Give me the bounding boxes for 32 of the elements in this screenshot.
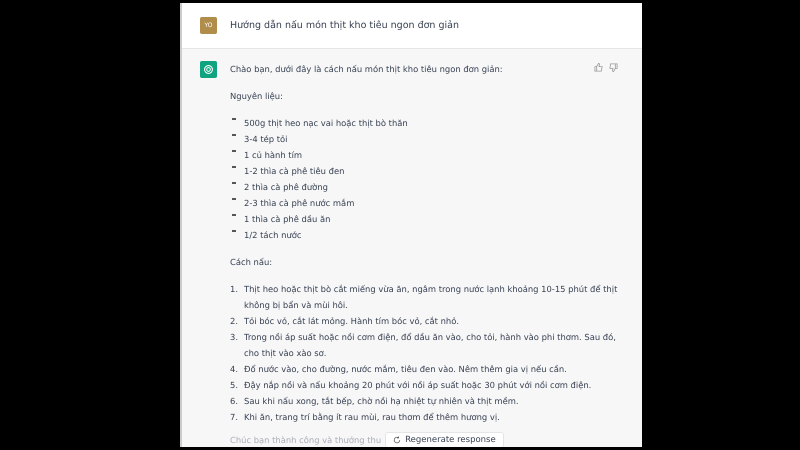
assistant-logo-icon <box>200 61 217 78</box>
intro-text: Chào bạn, dưới đây là cách nấu món thịt kho tiêu ngon đơn giản: <box>230 63 503 76</box>
ingredient-item: 2 thìa cà phê đường <box>244 181 328 194</box>
steps-heading: Cách nấu: <box>230 256 274 269</box>
ingredient-item: 3-4 tép tỏi <box>244 133 288 146</box>
step-number: 4. <box>230 363 239 376</box>
step-text: Trong nồi áp suất hoặc nồi cơm điện, đổ dầu ăn vào, cho tỏi, hành vào phi thơm. Sau đó, cho thịt vào xào sơ. <box>244 331 617 360</box>
step-text: Tỏi bóc vỏ, cắt lát mỏng. Hành tím bóc vỏ, cắt nhỏ. <box>244 315 459 328</box>
step-text: Sau khi nấu xong, tắt bếp, chờ nồi hạ nhiệt tự nhiên và thịt mềm. <box>244 395 519 408</box>
step-text: Thịt heo hoặc thịt bò cắt miếng vừa ăn, ngâm trong nước lạnh khoảng 10-15 phút để thịt không bị bẩn và mùi hôi. <box>244 283 618 312</box>
ingredient-item: 1-2 thìa cà phê tiêu đen <box>244 165 344 178</box>
user-message: Hướng dẫn nấu món thịt kho tiêu ngon đơn giản <box>230 20 459 31</box>
ingredient-item: 1 củ hành tím <box>244 149 302 162</box>
step-number: 3. <box>230 331 239 344</box>
step-number: 5. <box>230 379 239 392</box>
ingredient-item: 1 thìa cà phê dầu ăn <box>244 213 330 226</box>
regenerate-button[interactable]: Regenerate response <box>385 432 504 447</box>
step-number: 6. <box>230 395 239 408</box>
thumbs-down-icon[interactable] <box>609 63 618 72</box>
step-text: Đậy nắp nồi và nấu khoảng 20 phút với nồi áp suất hoặc 30 phút với nồi cơm điện. <box>244 379 592 392</box>
ingredient-item: 500g thịt heo nạc vai hoặc thịt bò thăn <box>244 117 408 130</box>
step-number: 1. <box>230 283 239 296</box>
step-number: 7. <box>230 411 239 424</box>
ingredients-heading: Nguyên liệu: <box>230 90 284 103</box>
step-number: 2. <box>230 315 239 328</box>
step-text: Đổ nước vào, cho đường, nước mắm, tiêu đen vào. Nêm thêm gia vị nếu cần. <box>244 363 567 376</box>
ingredient-item: 1/2 tách nước <box>244 229 302 242</box>
ingredient-item: 2-3 thìa cà phê nước mắm <box>244 197 354 210</box>
step-text: Khi ăn, trang trí bằng ít rau mùi, rau thơm để thêm hương vị. <box>244 411 500 424</box>
thumbs-up-icon[interactable] <box>594 63 603 72</box>
refresh-icon <box>393 436 402 444</box>
closing-text: Chúc bạn thành công và thưởng thu <box>230 434 382 447</box>
